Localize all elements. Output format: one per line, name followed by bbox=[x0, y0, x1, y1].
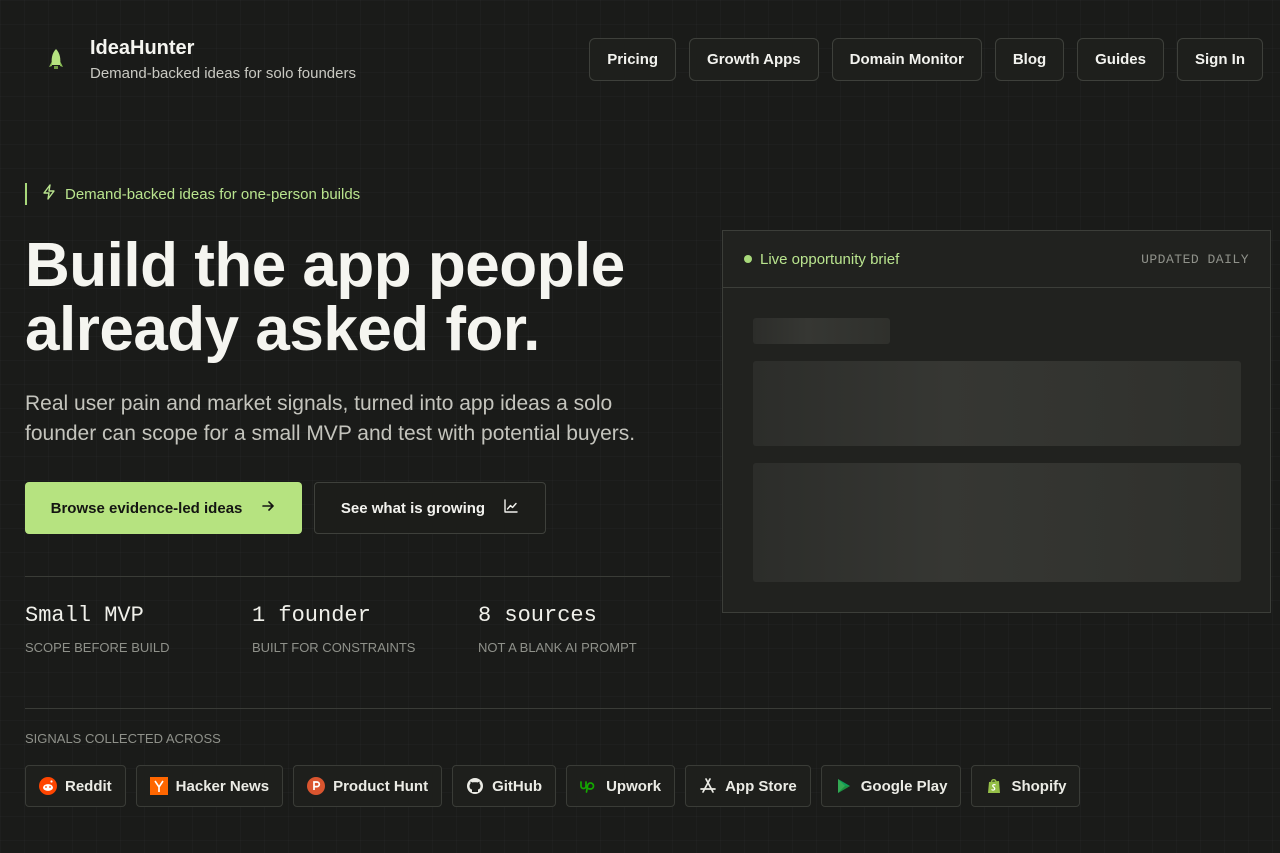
source-label: App Store bbox=[725, 777, 797, 795]
hero-subtitle: Real user pain and market signals, turne… bbox=[25, 392, 636, 445]
updated-label: UPDATED DAILY bbox=[1141, 251, 1249, 267]
signals-divider bbox=[25, 708, 1271, 709]
nav-domain-monitor-button[interactable]: Domain Monitor bbox=[831, 38, 982, 81]
see-growing-label: See what is growing bbox=[340, 499, 486, 517]
stat-sources: 8 sources NOT A BLANK AI PROMPT bbox=[478, 603, 637, 655]
hero-title: Build the app people already asked for. bbox=[25, 231, 625, 364]
product-hunt-icon bbox=[307, 777, 326, 795]
stat-label: NOT A BLANK AI PROMPT bbox=[478, 640, 637, 655]
source-label: Product Hunt bbox=[333, 777, 429, 795]
upwork-icon bbox=[580, 777, 598, 795]
source-label: Upwork bbox=[606, 777, 662, 795]
opportunity-brief-card: Live opportunity brief UPDATED DAILY bbox=[722, 230, 1271, 613]
source-reddit[interactable]: Reddit bbox=[25, 765, 126, 807]
stat-label: SCOPE BEFORE BUILD bbox=[25, 640, 170, 655]
eyebrow-text: Demand-backed ideas for one-person build… bbox=[65, 185, 361, 203]
github-icon bbox=[466, 777, 484, 795]
stat-label: BUILT FOR CONSTRAINTS bbox=[252, 640, 416, 655]
lightning-icon bbox=[41, 183, 57, 205]
arrow-right-icon bbox=[260, 498, 276, 518]
shopify-icon bbox=[985, 777, 1003, 795]
sign-in-button[interactable]: Sign In bbox=[1177, 38, 1263, 81]
source-hacker-news[interactable]: Hacker News bbox=[135, 765, 284, 807]
google-play-icon bbox=[835, 777, 853, 795]
nav-pricing-button[interactable]: Pricing bbox=[589, 38, 677, 81]
app-store-icon bbox=[699, 777, 717, 795]
browse-ideas-button[interactable]: Browse evidence-led ideas bbox=[25, 482, 302, 534]
source-google-play[interactable]: Google Play bbox=[820, 765, 962, 807]
stat-founder: 1 founder BUILT FOR CONSTRAINTS bbox=[252, 603, 415, 655]
stat-value: 1 founder bbox=[252, 603, 371, 628]
source-shopify[interactable]: Shopify bbox=[971, 765, 1081, 807]
signals-label: SIGNALS COLLECTED ACROSS bbox=[25, 731, 221, 746]
browse-ideas-label: Browse evidence-led ideas bbox=[50, 499, 243, 517]
source-label: Hacker News bbox=[175, 777, 270, 795]
source-app-store[interactable]: App Store bbox=[685, 765, 811, 807]
nav-growth-apps-button[interactable]: Growth Apps bbox=[689, 38, 819, 81]
nav-guides-button[interactable]: Guides bbox=[1077, 38, 1164, 81]
skeleton-block bbox=[753, 361, 1241, 446]
source-label: GitHub bbox=[492, 777, 543, 795]
line-chart-icon bbox=[503, 498, 519, 518]
source-label: Reddit bbox=[65, 777, 112, 795]
brand-tagline: Demand-backed ideas for solo founders bbox=[90, 65, 356, 82]
live-label: Live opportunity brief bbox=[760, 250, 900, 268]
skeleton-title bbox=[753, 318, 890, 344]
live-dot-icon bbox=[744, 255, 752, 263]
stat-value: Small MVP bbox=[25, 603, 144, 628]
source-github[interactable]: GitHub bbox=[452, 765, 557, 807]
see-growing-button[interactable]: See what is growing bbox=[314, 482, 546, 534]
live-indicator: Live opportunity brief bbox=[744, 251, 899, 268]
site-header: IdeaHunter Demand-backed ideas for solo … bbox=[0, 0, 1280, 120]
source-upwork[interactable]: Upwork bbox=[566, 765, 676, 807]
brand-name[interactable]: IdeaHunter bbox=[90, 37, 194, 60]
skeleton-block bbox=[753, 463, 1241, 582]
stat-mvp: Small MVP SCOPE BEFORE BUILD bbox=[25, 603, 169, 655]
reddit-icon bbox=[39, 777, 57, 795]
hero-eyebrow: Demand-backed ideas for one-person build… bbox=[25, 183, 360, 205]
stats-divider bbox=[25, 576, 670, 577]
stat-value: 8 sources bbox=[478, 603, 597, 628]
source-list: Reddit Hacker News Product Hunt GitHub U… bbox=[25, 765, 1081, 807]
hacker-news-icon bbox=[149, 777, 168, 795]
source-product-hunt[interactable]: Product Hunt bbox=[293, 765, 443, 807]
brief-header: Live opportunity brief UPDATED DAILY bbox=[723, 231, 1270, 288]
source-label: Google Play bbox=[860, 777, 948, 795]
source-label: Shopify bbox=[1011, 777, 1067, 795]
nav-blog-button[interactable]: Blog bbox=[994, 38, 1065, 81]
rocket-logo-icon[interactable] bbox=[42, 46, 70, 74]
main-nav: Pricing Growth Apps Domain Monitor Blog … bbox=[589, 38, 1263, 81]
